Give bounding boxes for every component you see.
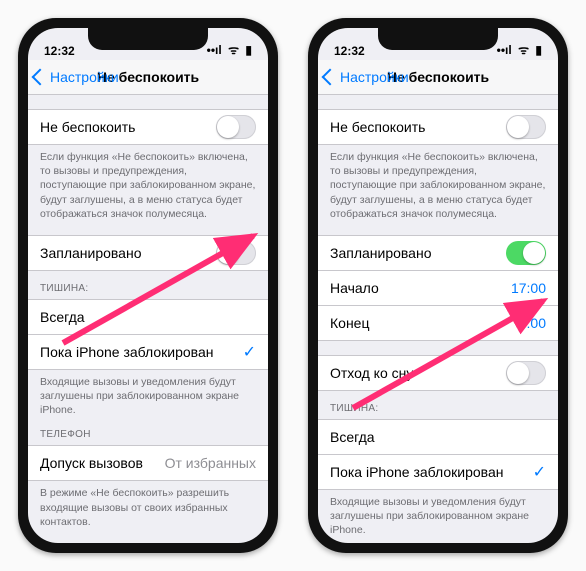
checkmark-icon: ✓ [243, 342, 256, 362]
allow-calls-label: Допуск вызовов [40, 455, 143, 471]
dnd-toggle[interactable] [506, 115, 546, 139]
bedtime-toggle[interactable] [506, 361, 546, 385]
allow-calls-value: От избранных [165, 455, 256, 471]
bedtime-row[interactable]: Отход ко сну [318, 355, 558, 391]
while-locked-row[interactable]: Пока iPhone заблокирован ✓ [28, 335, 268, 370]
allow-footer: В режиме «Не беспокоить» разрешить входя… [28, 481, 268, 529]
scheduled-row[interactable]: Запланировано [318, 235, 558, 271]
phone-right: 12:32 ••ıl ᯤ ▮ Настройки Не беспокоить Н… [308, 18, 568, 553]
silence-header: ТИШИНА: [318, 391, 558, 419]
nav-bar: Настройки Не беспокоить [28, 60, 268, 95]
while-locked-row[interactable]: Пока iPhone заблокирован ✓ [318, 455, 558, 490]
dnd-label: Не беспокоить [40, 119, 135, 135]
back-button[interactable]: Настройки [34, 69, 119, 85]
silence-header: ТИШИНА: [28, 271, 268, 299]
always-label: Всегда [40, 309, 85, 325]
back-label: Настройки [340, 69, 409, 85]
scheduled-toggle[interactable] [506, 241, 546, 265]
while-locked-label: Пока iPhone заблокирован [40, 344, 213, 360]
scheduled-toggle[interactable] [216, 241, 256, 265]
always-label: Всегда [330, 429, 375, 445]
phone-header: ТЕЛЕФОН [28, 417, 268, 445]
back-label: Настройки [50, 69, 119, 85]
status-time: 12:32 [334, 44, 365, 58]
chevron-left-icon [32, 69, 49, 86]
wifi-icon: ᯤ [228, 43, 239, 57]
dnd-row[interactable]: Не беспокоить [318, 109, 558, 145]
end-label: Конец [330, 315, 369, 331]
always-row[interactable]: Всегда [28, 299, 268, 335]
signal-icon: ••ıl [497, 43, 512, 57]
dnd-footer: Если функция «Не беспокоить» включена, т… [318, 145, 558, 221]
status-indicators: ••ıl ᯤ ▮ [494, 41, 542, 58]
dnd-row[interactable]: Не беспокоить [28, 109, 268, 145]
phone-left: 12:32 ••ıl ᯤ ▮ Настройки Не беспокоить Н… [18, 18, 278, 553]
dnd-toggle[interactable] [216, 115, 256, 139]
nav-bar: Настройки Не беспокоить [318, 60, 558, 95]
settings-content[interactable]: Не беспокоить Если функция «Не беспокоит… [318, 95, 558, 543]
allow-calls-row[interactable]: Допуск вызовов От избранных [28, 445, 268, 481]
notch [378, 28, 498, 50]
chevron-left-icon [322, 69, 339, 86]
scheduled-label: Запланировано [40, 245, 142, 261]
while-locked-label: Пока iPhone заблокирован [330, 464, 503, 480]
battery-icon: ▮ [535, 43, 542, 57]
end-value: 7:00 [519, 315, 546, 331]
silence-footer: Входящие вызовы и уведомления будут загл… [318, 490, 558, 538]
back-button[interactable]: Настройки [324, 69, 409, 85]
scheduled-label: Запланировано [330, 245, 432, 261]
screen: 12:32 ••ıl ᯤ ▮ Настройки Не беспокоить Н… [28, 28, 268, 543]
always-row[interactable]: Всегда [318, 419, 558, 455]
start-value: 17:00 [511, 280, 546, 296]
notch [88, 28, 208, 50]
signal-icon: ••ıl [207, 43, 222, 57]
bedtime-label: Отход ко сну [330, 365, 413, 381]
scheduled-row[interactable]: Запланировано [28, 235, 268, 271]
end-row[interactable]: Конец 7:00 [318, 306, 558, 341]
phone-header: ТЕЛЕФОН [318, 537, 558, 543]
checkmark-icon: ✓ [533, 462, 546, 482]
status-indicators: ••ıl ᯤ ▮ [204, 41, 252, 58]
wifi-icon: ᯤ [518, 43, 529, 57]
battery-icon: ▮ [245, 43, 252, 57]
screen: 12:32 ••ıl ᯤ ▮ Настройки Не беспокоить Н… [318, 28, 558, 543]
dnd-footer: Если функция «Не беспокоить» включена, т… [28, 145, 268, 221]
start-row[interactable]: Начало 17:00 [318, 271, 558, 306]
dnd-label: Не беспокоить [330, 119, 425, 135]
start-label: Начало [330, 280, 379, 296]
silence-footer: Входящие вызовы и уведомления будут загл… [28, 370, 268, 418]
settings-content[interactable]: Не беспокоить Если функция «Не беспокоит… [28, 95, 268, 543]
status-time: 12:32 [44, 44, 75, 58]
